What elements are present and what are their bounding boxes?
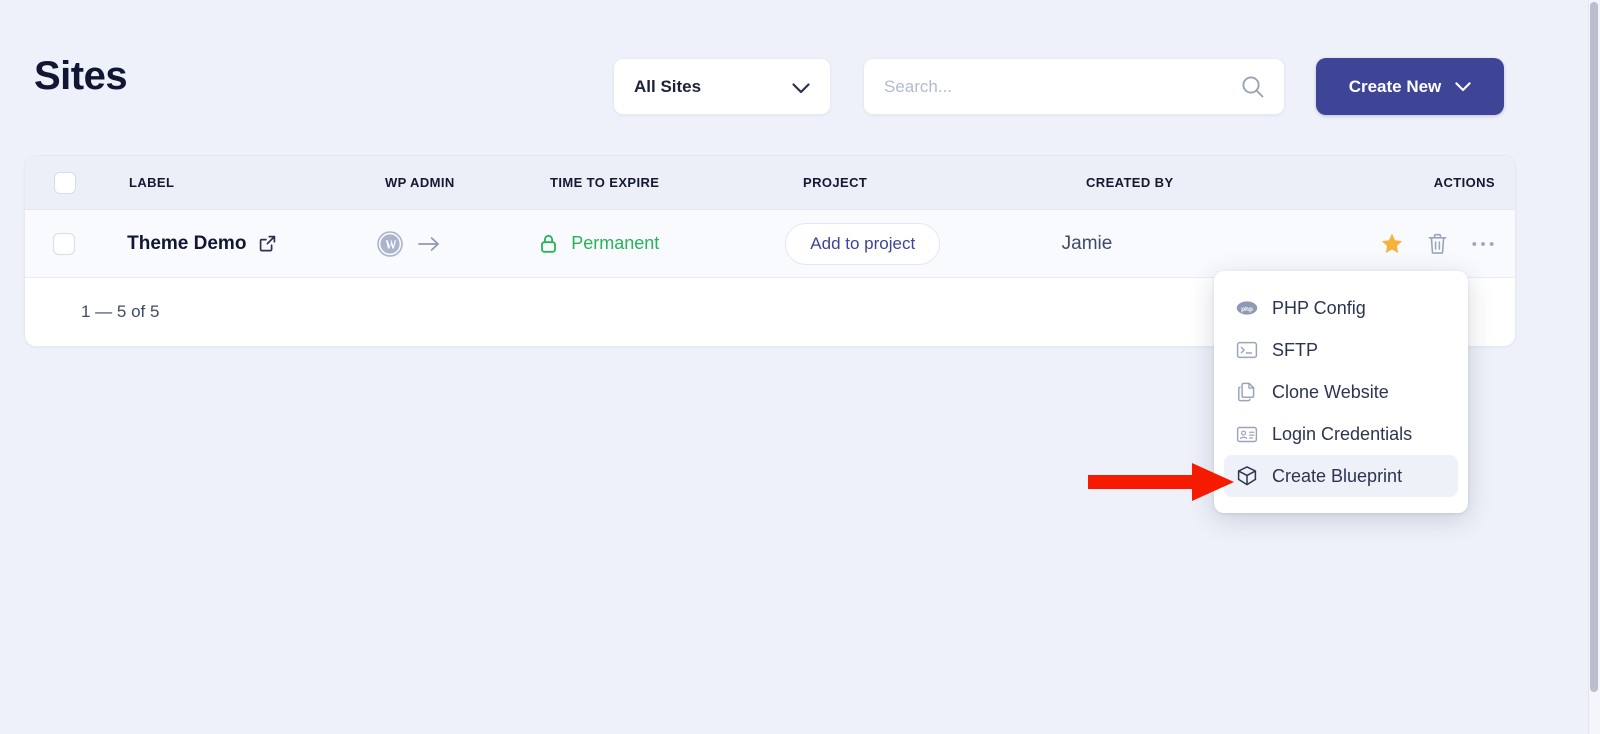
wordpress-icon[interactable] <box>377 231 403 257</box>
menu-item-login-credentials[interactable]: Login Credentials <box>1224 413 1458 455</box>
arrow-right-icon[interactable] <box>417 235 441 253</box>
created-by-value: Jamie <box>1062 233 1113 255</box>
row-project-cell: Add to project <box>785 223 1061 265</box>
page-header: Sites All Sites Create New <box>0 0 1560 140</box>
add-to-project-button[interactable]: Add to project <box>785 223 940 265</box>
row-actions-cell <box>1380 232 1515 256</box>
row-select-cell <box>25 233 103 255</box>
search-icon[interactable] <box>1240 74 1266 100</box>
terminal-icon <box>1236 339 1258 361</box>
column-header-time-to-expire: TIME TO EXPIRE <box>550 175 659 190</box>
column-header-wp-admin: WP ADMIN <box>385 175 455 190</box>
row-checkbox[interactable] <box>53 233 75 255</box>
menu-item-clone-website[interactable]: Clone Website <box>1224 371 1458 413</box>
create-new-label: Create New <box>1349 77 1442 97</box>
annotation-arrow <box>1088 462 1234 502</box>
svg-text:php: php <box>1241 306 1253 313</box>
copy-icon <box>1236 381 1258 403</box>
pagination-summary: 1 — 5 of 5 <box>81 302 159 322</box>
table-row: Theme Demo <box>25 210 1515 278</box>
column-header-actions: ACTIONS <box>1434 175 1495 190</box>
ellipsis-icon[interactable] <box>1471 240 1495 248</box>
vertical-scrollbar[interactable] <box>1588 0 1600 734</box>
table-header-row: LABEL WP ADMIN TIME TO EXPIRE PROJECT CR… <box>25 156 1515 210</box>
row-wp-admin-cell <box>377 231 538 257</box>
chevron-down-icon <box>792 81 810 92</box>
menu-item-label: Login Credentials <box>1272 424 1412 445</box>
expire-status: Permanent <box>571 233 659 254</box>
create-new-button[interactable]: Create New <box>1316 58 1504 115</box>
menu-item-sftp[interactable]: SFTP <box>1224 329 1458 371</box>
page-title: Sites <box>34 56 127 96</box>
row-actions-menu: php PHP Config SFTP <box>1214 271 1468 513</box>
row-created-by-cell: Jamie <box>1062 233 1380 255</box>
menu-item-php-config[interactable]: php PHP Config <box>1224 287 1458 329</box>
column-header-label: LABEL <box>129 175 174 190</box>
row-expire-cell: Permanent <box>538 232 785 255</box>
search-input[interactable] <box>884 77 1240 97</box>
cube-icon <box>1236 465 1258 487</box>
select-all-checkbox[interactable] <box>54 172 76 194</box>
column-header-created-by: CREATED BY <box>1086 175 1174 190</box>
external-link-icon[interactable] <box>258 234 277 253</box>
lock-icon <box>538 232 559 255</box>
php-icon: php <box>1236 297 1258 319</box>
sites-filter-select[interactable]: All Sites <box>613 58 831 115</box>
scrollbar-thumb[interactable] <box>1590 2 1598 692</box>
id-card-icon <box>1236 423 1258 445</box>
column-header-project: PROJECT <box>803 175 867 190</box>
sites-filter-value: All Sites <box>634 77 792 97</box>
site-name[interactable]: Theme Demo <box>127 233 246 255</box>
menu-item-create-blueprint[interactable]: Create Blueprint <box>1224 455 1458 497</box>
star-icon[interactable] <box>1380 232 1404 255</box>
search-box[interactable] <box>863 58 1285 115</box>
menu-item-label: PHP Config <box>1272 298 1366 319</box>
select-all-cell <box>25 172 105 194</box>
chevron-down-icon <box>1455 82 1471 92</box>
menu-item-label: Clone Website <box>1272 382 1389 403</box>
sites-page: Sites All Sites Create New <box>0 0 1600 734</box>
menu-item-label: SFTP <box>1272 340 1318 361</box>
row-label-cell: Theme Demo <box>103 233 377 255</box>
trash-icon[interactable] <box>1426 232 1449 256</box>
menu-item-label: Create Blueprint <box>1272 466 1402 487</box>
